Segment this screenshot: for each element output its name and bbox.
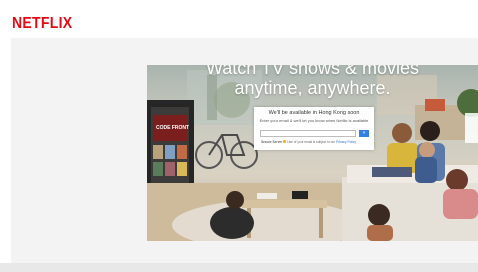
lock-icon	[283, 140, 287, 143]
footer-strip	[0, 263, 478, 272]
top-bar: NETFLIX	[0, 0, 478, 38]
tv-show-title: CODE FRONT	[156, 125, 189, 131]
netflix-logo[interactable]: NETFLIX	[12, 13, 72, 31]
privacy-note-text: Use of your email is subject to our	[287, 140, 336, 144]
hero-title-line2: anytime, anywhere.	[234, 78, 391, 98]
email-input[interactable]	[260, 130, 356, 137]
hero-banner: CODE FRONT Watch TV shows & movies anyti…	[147, 65, 478, 241]
privacy-note: Secure Server Use of your email is subje…	[261, 140, 371, 144]
secure-server-label: Secure Server	[261, 140, 283, 144]
privacy-policy-link[interactable]: Privacy Policy	[336, 140, 356, 144]
signup-subtext: Enter your email & we'll let you know wh…	[259, 118, 369, 123]
submit-button[interactable]: »	[359, 130, 369, 137]
hero-title-line1: Watch TV shows & movies	[205, 65, 420, 78]
signup-card: We'll be available in Hong Kong soon Ent…	[254, 107, 374, 150]
signup-heading: We'll be available in Hong Kong soon	[268, 110, 360, 116]
